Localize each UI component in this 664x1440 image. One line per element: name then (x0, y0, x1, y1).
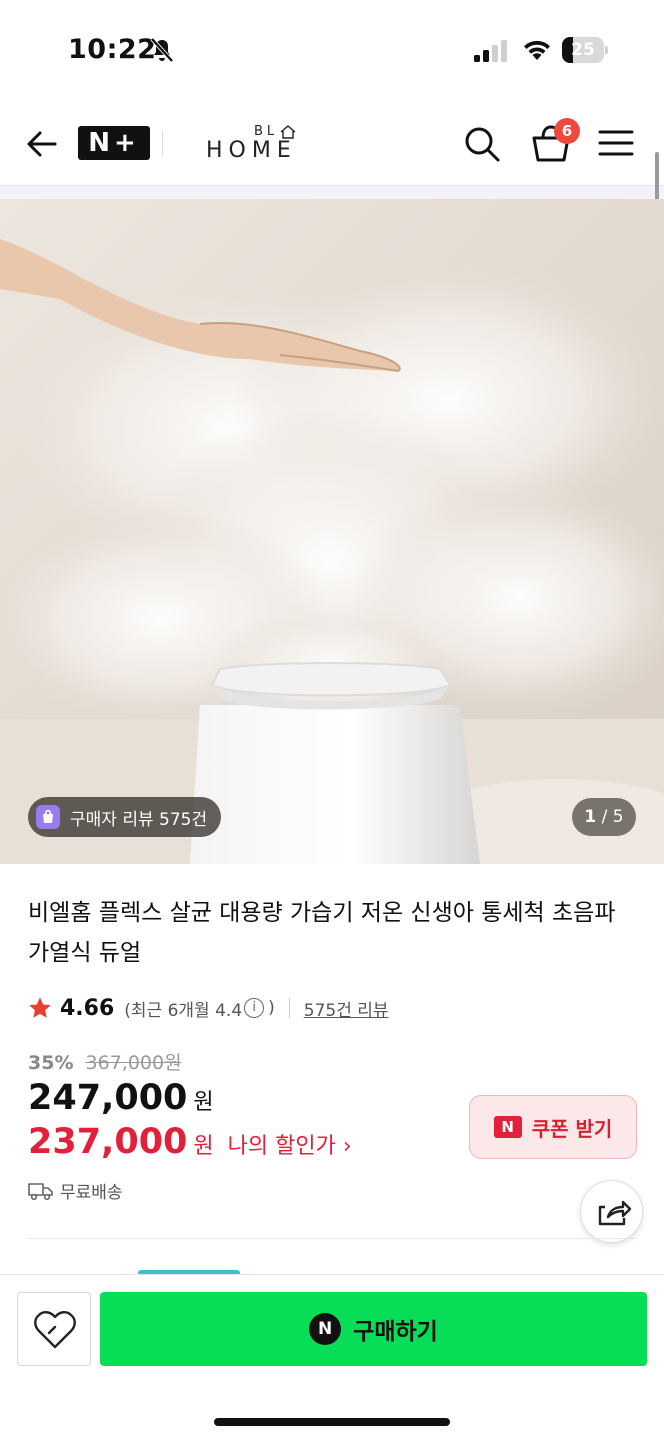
search-icon[interactable] (462, 124, 502, 164)
buy-button-label: 구매하기 (353, 1319, 438, 1345)
get-coupon-button[interactable]: N 쿠폰 받기 (469, 1095, 637, 1159)
info-icon[interactable]: i (244, 998, 265, 1018)
naver-pay-n-icon: N (309, 1313, 342, 1345)
naver-plus-logo[interactable]: N+ (78, 126, 150, 160)
back-arrow-icon[interactable] (22, 124, 62, 164)
review-count-link[interactable]: 575건 리뷰 (304, 996, 389, 1021)
page-total: / 5 (601, 807, 624, 827)
star-icon (29, 997, 51, 1018)
home-indicator[interactable] (214, 1418, 450, 1426)
product-image[interactable] (0, 199, 664, 864)
battery-text: 25 (571, 40, 595, 60)
share-icon (598, 1200, 632, 1226)
recent-rating-close: ) (268, 998, 275, 1018)
delivery-info: 무료배송 (28, 1178, 123, 1203)
my-discount-price: 237,000 (28, 1122, 188, 1162)
original-price: 367,000원 (85, 1052, 182, 1074)
brand-logo[interactable]: BL HOME (206, 124, 316, 164)
wifi-icon (524, 40, 550, 60)
recent-rating: (최근 6개월 4.4 (124, 1000, 243, 1021)
truck-icon (28, 1182, 53, 1200)
brand-logo-small: BL (254, 124, 279, 139)
brand-logo-main: HOME (206, 138, 297, 163)
price-row: 247,000 원 (28, 1078, 214, 1118)
header-strip (0, 185, 664, 199)
coupon-button-label: 쿠폰 받기 (531, 1116, 613, 1141)
rating-row: 4.66 (최근 6개월 4.4 i ) 575건 리뷰 (28, 992, 389, 1024)
buyer-review-pill[interactable]: 구매자 리뷰 575건 (28, 797, 222, 837)
header-divider (162, 130, 163, 156)
heart-icon (34, 1311, 76, 1349)
sale-price: 247,000 (28, 1078, 188, 1118)
sale-price-unit: 원 (193, 1090, 214, 1115)
status-bar: 10:22 25 (0, 0, 664, 100)
buyer-review-label: 구매자 리뷰 575건 (70, 809, 208, 830)
battery-icon: 25 (562, 37, 608, 63)
rating-value: 4.66 (60, 995, 115, 1021)
buy-button[interactable]: N 구매하기 (100, 1292, 647, 1366)
cellular-signal-icon (474, 40, 507, 62)
naver-n-icon: N (493, 1116, 522, 1138)
my-discount-price-row[interactable]: 237,000 원 나의 할인가 › (28, 1122, 352, 1162)
humidifier-photo (0, 199, 664, 864)
wishlist-button[interactable] (17, 1292, 91, 1366)
my-discount-price-unit: 원 (193, 1134, 214, 1159)
bell-muted-icon (150, 37, 174, 63)
discount-row: 35% 367,000원 (28, 1048, 182, 1075)
cart-count-badge: 6 (554, 118, 580, 144)
share-button[interactable] (580, 1180, 643, 1243)
free-delivery-label: 무료배송 (60, 1183, 123, 1203)
hamburger-menu-icon[interactable] (598, 128, 634, 158)
bottom-action-bar: N 구매하기 (0, 1274, 664, 1440)
rating-separator (288, 998, 290, 1018)
image-page-indicator: 1 / 5 (572, 798, 636, 836)
my-discount-price-label: 나의 할인가 › (227, 1134, 352, 1159)
review-bag-icon (36, 805, 60, 829)
content-divider (28, 1238, 636, 1239)
page-current: 1 (584, 807, 597, 827)
product-title: 비엘홈 플렉스 살균 대용량 가습기 저온 신생아 통세척 초음파 가열식 듀얼 (28, 900, 616, 966)
discount-rate: 35% (28, 1052, 74, 1074)
house-icon (280, 125, 296, 139)
status-time: 10:22 (68, 34, 157, 65)
